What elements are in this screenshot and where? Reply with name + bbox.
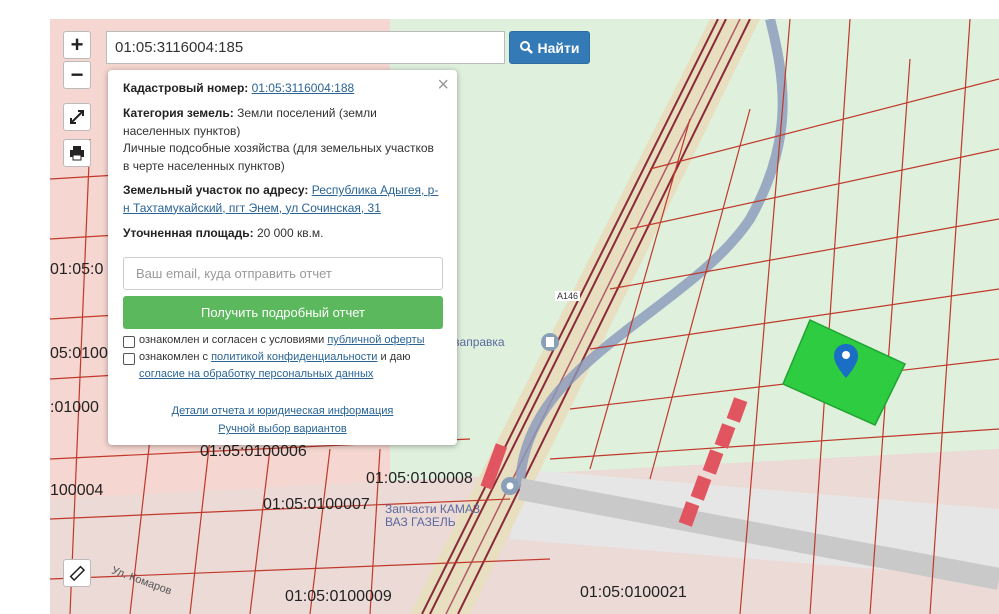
map-label: 01:05:0100006 [200,443,307,460]
map-label: 100004 [50,482,104,499]
zoom-out-button[interactable]: − [63,61,91,89]
map-label: 01:05:0 [50,261,104,278]
manual-selection-link[interactable]: Ручной выбор вариантов [108,423,457,435]
offer-checkbox[interactable] [123,336,135,348]
map-label: 05:0100 [50,345,108,362]
area-row: Уточненная площадь: 20 000 кв.м. [123,225,445,243]
privacy-agreement: ознакомлен с политикой конфиденциальност… [139,349,461,383]
address-link[interactable]: н Тахтамукайский, пгт Энем, ул Сочинская… [123,201,381,215]
area-value: 20 000 кв.м. [256,226,324,240]
cadastral-label: Кадастровый номер: [123,81,249,95]
cadastral-number-row: Кадастровый номер: 01:05:3116004:188 [123,80,445,98]
expand-icon [70,110,84,124]
ruler-icon [69,565,85,581]
privacy-checkbox[interactable] [123,353,135,365]
parcel-info-popup: × Кадастровый номер: 01:05:3116004:188 К… [108,70,457,445]
public-offer-link[interactable]: публичной оферты [327,334,424,346]
agreement-text: ознакомлен с [139,351,209,363]
search-button-label: Найти [537,39,580,56]
fullscreen-button[interactable] [63,103,91,131]
email-input[interactable]: Ваш email, куда отправить отчет [123,257,443,290]
agreement-text: ознакомлен и согласен с условиями [139,334,325,346]
address-link[interactable]: Республика Адыгея, р- [312,183,439,197]
road-label: A146 [555,291,581,301]
map-label: 01:05:0100007 [263,496,370,513]
map-label: 01:05:0100008 [366,470,473,487]
search-button[interactable]: Найти [509,31,590,64]
data-consent-link[interactable]: согласие на обработку персональных данны… [139,368,373,380]
permitted-use: в черте населенных пунктов) [123,158,285,173]
report-details-link[interactable]: Детали отчета и юридическая информация [108,405,457,417]
poi-label: Запчасти КАМАЗ ВАЗ ГАЗЕЛЬ [385,502,480,529]
cadastral-search-input[interactable] [106,31,505,64]
category-value: Земли поселений (земли [237,106,377,120]
printer-icon [70,146,84,161]
offer-agreement: ознакомлен и согласен с условиями публич… [139,332,461,350]
cadastral-number-link[interactable]: 01:05:3116004:188 [252,81,355,95]
address-row: Земельный участок по адресу: Республика … [123,182,445,217]
area-label: Уточненная площадь: [123,226,254,240]
agreement-text: и даю [380,351,411,363]
map-label: :01000 [50,399,99,416]
measure-button[interactable] [63,559,91,587]
get-report-button[interactable]: Получить подробный отчет [123,296,443,329]
land-category-row: Категория земель: Земли поселений (земли… [123,105,445,175]
search-icon [519,41,533,54]
zoom-in-button[interactable]: + [63,31,91,59]
shop-pin-icon [501,477,519,495]
permitted-use: Личные подсобные хозяйства (для земельны… [123,141,434,155]
category-value: населенных пунктов) [123,123,241,138]
category-label: Категория земель: [123,106,234,120]
print-button[interactable] [63,139,91,167]
map-label: 01:05:0100021 [580,584,687,601]
privacy-policy-link[interactable]: политикой конфиденциальности [211,351,377,363]
address-label: Земельный участок по адресу: [123,183,309,197]
gas-station-icon [541,333,559,351]
map-label: 01:05:0100009 [285,588,392,605]
